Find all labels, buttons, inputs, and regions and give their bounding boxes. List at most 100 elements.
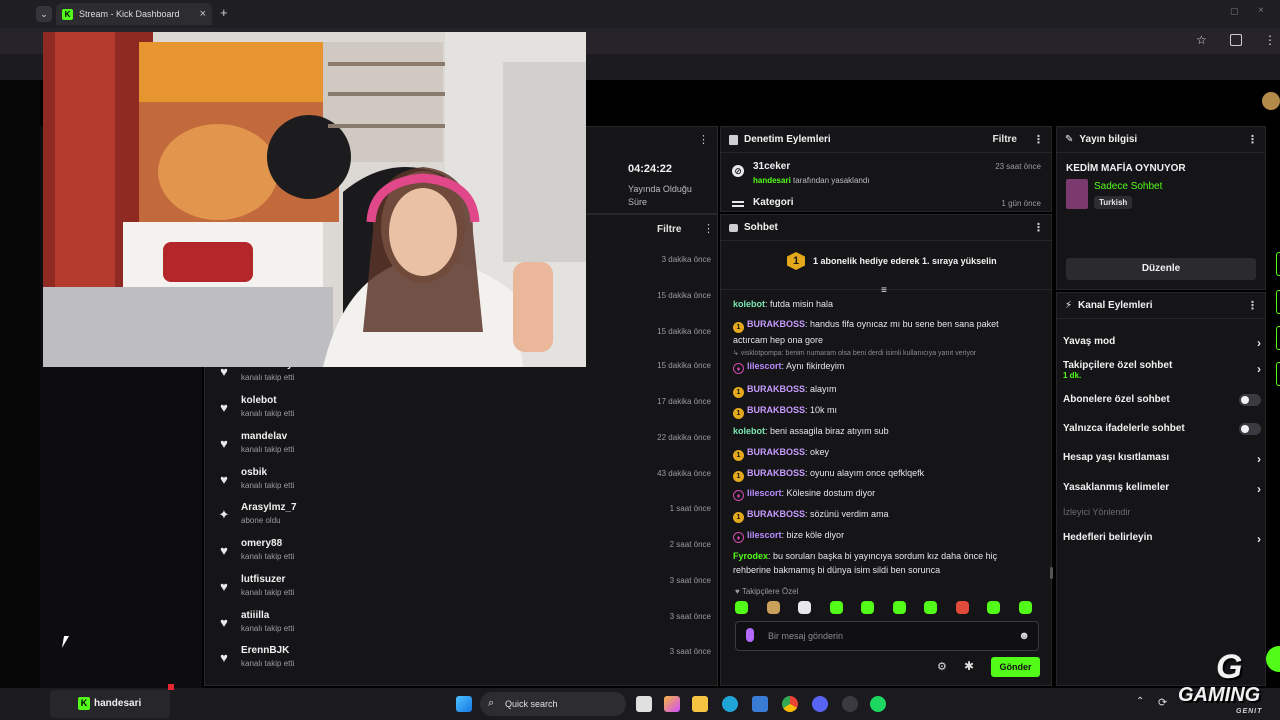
- channel-action-row[interactable]: Takipçilere özel sohbet 1 dk. ›: [1063, 360, 1261, 386]
- chat-message[interactable]: 1 BURAKBOSS: oyunu alayım once qefklqefk: [733, 466, 1033, 482]
- chat-message[interactable]: 1 BURAKBOSS: sözünü verdim ama: [733, 507, 1033, 523]
- chrome-icon[interactable]: [782, 696, 798, 712]
- emote-icon[interactable]: [798, 601, 811, 614]
- chat-username[interactable]: kolebot: [733, 426, 765, 436]
- chevron-right-icon[interactable]: ›: [1257, 336, 1261, 350]
- chat-input[interactable]: Bir mesaj gönderin ☻: [735, 621, 1039, 651]
- chat-username[interactable]: BURAKBOSS: [747, 384, 805, 394]
- file-explorer-icon[interactable]: [692, 696, 708, 712]
- chat-message[interactable]: 1 BURAKBOSS: handus fifa oynıcaz mı bu se…: [733, 317, 1033, 347]
- spotify-icon[interactable]: [870, 696, 886, 712]
- edge-icon[interactable]: [722, 696, 738, 712]
- right-edge-button-4[interactable]: [1276, 362, 1280, 386]
- emote-icon[interactable]: [1018, 601, 1032, 614]
- channel-action-row[interactable]: Hesap yaşı kısıtlaması ›: [1063, 452, 1261, 466]
- channel-action-row[interactable]: Yasaklanmış kelimeler ›: [1063, 482, 1261, 496]
- chat-username[interactable]: kolebot: [733, 299, 765, 309]
- taskbar-search[interactable]: ⌕ Quick search: [480, 692, 626, 716]
- chat-message[interactable]: 1 BURAKBOSS: okey: [733, 445, 1033, 461]
- edit-stream-button[interactable]: Düzenle: [1066, 258, 1256, 280]
- tray-sync-icon[interactable]: ⟳: [1158, 696, 1167, 709]
- right-edge-button-2[interactable]: [1276, 290, 1280, 314]
- chat-message[interactable]: Fyrodex: bu soruları başka bi yayıncıya …: [733, 549, 1033, 577]
- microphone-icon[interactable]: [746, 628, 754, 642]
- activity-username[interactable]: ErennBJK: [241, 645, 289, 656]
- toggle-switch[interactable]: [1239, 423, 1261, 435]
- new-tab-button[interactable]: +: [220, 5, 228, 20]
- chat-message[interactable]: 1 BURAKBOSS: 10k mı: [733, 403, 1033, 419]
- activity-username[interactable]: kolebot: [241, 395, 277, 406]
- activity-username[interactable]: osbik: [241, 467, 267, 478]
- copilot-icon[interactable]: [664, 696, 680, 712]
- chat-username[interactable]: BURAKBOSS: [747, 405, 805, 415]
- emote-icon[interactable]: [924, 601, 937, 614]
- send-button[interactable]: Gönder: [991, 657, 1040, 677]
- activity-row[interactable]: ✦ Arasylmz_7 abone oldu 1 saat önce: [217, 502, 711, 536]
- user-avatar[interactable]: [1262, 92, 1280, 110]
- gift-banner[interactable]: 1 1 abonelik hediye ederek 1. sıraya yük…: [721, 242, 1051, 290]
- chat-message[interactable]: ♦ lilescort: Kölesine dostum diyor: [733, 486, 1033, 501]
- activity-row[interactable]: ♥ omery88 kanalı takip etti 2 saat önce: [217, 538, 711, 572]
- extensions-icon[interactable]: [1230, 34, 1242, 46]
- emote-icon[interactable]: [892, 601, 906, 614]
- activity-row[interactable]: ♥ ErennBJK kanalı takip etti 3 saat önce: [217, 645, 711, 679]
- category-name[interactable]: Sadece Sohbet: [1094, 181, 1162, 192]
- chat-message[interactable]: 1 BURAKBOSS: alayım: [733, 382, 1033, 398]
- chat-username[interactable]: BURAKBOSS: [747, 509, 805, 519]
- stats-menu-icon[interactable]: ⋮: [698, 133, 709, 146]
- activity-row[interactable]: ♥ atiiilla kanalı takip etti 3 saat önce: [217, 610, 711, 644]
- pinned-toggle-icon[interactable]: ≡: [881, 285, 887, 296]
- emote-icon[interactable]: [735, 601, 748, 614]
- emote-icon[interactable]: [766, 601, 780, 614]
- toggle-switch[interactable]: [1239, 394, 1261, 406]
- channel-action-row[interactable]: Yavaş mod ›: [1063, 336, 1261, 350]
- chat-username[interactable]: BURAKBOSS: [747, 319, 805, 329]
- chat-message[interactable]: kolebot: futda misin hala: [733, 297, 1033, 311]
- moderation-menu-icon[interactable]: ⋮: [1033, 133, 1044, 146]
- chat-message[interactable]: ♦ lilescort: Aynı fikirdeyim: [733, 359, 1033, 374]
- activity-row[interactable]: ♥ kolebot kanalı takip etti 17 dakika önce: [217, 395, 711, 429]
- moderation-user[interactable]: 31ceker: [753, 161, 790, 172]
- browser-tab[interactable]: K Stream - Kick Dashboard ×: [56, 3, 212, 25]
- emote-icon[interactable]: [829, 601, 843, 614]
- emote-icon[interactable]: [987, 601, 1000, 614]
- activity-row[interactable]: ♥ lutfisuzer kanalı takip etti 3 saat önce: [217, 574, 711, 608]
- moderation-category[interactable]: Kategori: [753, 197, 794, 208]
- discord-icon[interactable]: [812, 696, 828, 712]
- chat-username[interactable]: BURAKBOSS: [747, 447, 805, 457]
- activity-menu-icon[interactable]: ⋮: [703, 222, 714, 235]
- chat-menu-icon[interactable]: ⋮: [1033, 221, 1044, 234]
- chat-settings-gear-icon[interactable]: ⚙: [937, 660, 947, 673]
- activity-username[interactable]: lutfisuzer: [241, 574, 285, 585]
- store-icon[interactable]: [752, 696, 768, 712]
- tab-search-button[interactable]: ⌄: [36, 6, 52, 22]
- obs-icon[interactable]: [842, 696, 858, 712]
- stream-info-menu-icon[interactable]: ⋮: [1247, 133, 1258, 146]
- chevron-right-icon[interactable]: ›: [1257, 482, 1261, 496]
- chat-message[interactable]: kolebot: beni assagila biraz atıyım sub: [733, 424, 1033, 438]
- taskbar-app[interactable]: K handesari: [50, 684, 174, 718]
- emoji-icon[interactable]: ☻: [1018, 630, 1030, 642]
- emote-icon[interactable]: [861, 601, 874, 614]
- star-icon[interactable]: ☆: [1196, 33, 1207, 47]
- activity-filter-button[interactable]: Filtre: [657, 224, 681, 235]
- chat-username[interactable]: lilescort: [747, 530, 782, 540]
- chat-username[interactable]: BURAKBOSS: [747, 468, 805, 478]
- chat-scrollbar[interactable]: [1050, 567, 1053, 579]
- channel-actions-menu-icon[interactable]: ⋮: [1247, 299, 1258, 312]
- moderation-filter-button[interactable]: Filtre: [993, 134, 1017, 145]
- tray-chevron-icon[interactable]: ⌃: [1136, 696, 1144, 707]
- channel-action-row[interactable]: Yalnızca ifadelerle sohbet: [1063, 423, 1261, 437]
- chat-username[interactable]: lilescort: [747, 488, 782, 498]
- chevron-right-icon[interactable]: ›: [1257, 532, 1261, 546]
- chat-username[interactable]: lilescort: [747, 361, 782, 371]
- task-view-icon[interactable]: [636, 696, 652, 712]
- activity-username[interactable]: Arasylmz_7: [241, 502, 297, 513]
- channel-action-row[interactable]: Hedefleri belirleyin ›: [1063, 532, 1261, 546]
- right-edge-button[interactable]: [1276, 252, 1280, 276]
- chat-message[interactable]: ♦ lilescort: bize köle diyor: [733, 528, 1033, 543]
- activity-username[interactable]: omery88: [241, 538, 282, 549]
- tab-close-icon[interactable]: ×: [200, 8, 206, 20]
- activity-row[interactable]: ♥ osbik kanalı takip etti 43 dakika önce: [217, 467, 711, 501]
- chat-username[interactable]: Fyrodex: [733, 551, 768, 561]
